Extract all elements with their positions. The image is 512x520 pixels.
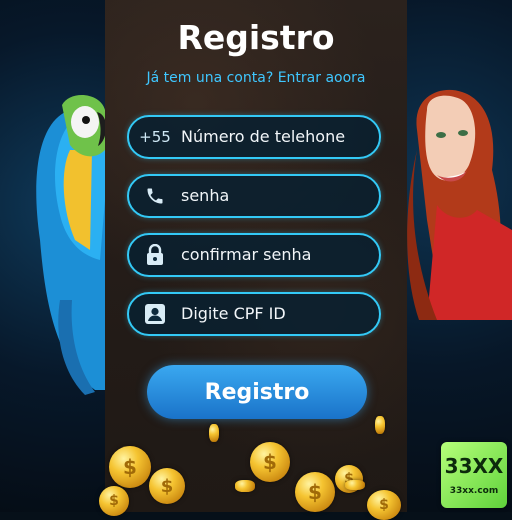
password-field[interactable]: senha bbox=[127, 174, 381, 218]
parrot-illustration bbox=[36, 94, 107, 395]
left-artwork bbox=[0, 0, 107, 512]
country-code-prefix: +55 bbox=[139, 117, 171, 157]
brand-name: 33XX bbox=[444, 454, 504, 478]
phone-number-field[interactable]: +55 Número de telehone bbox=[127, 115, 381, 159]
coin-icon: $ bbox=[250, 442, 290, 482]
woman-illustration bbox=[407, 89, 512, 320]
confirm-password-placeholder: confirmar senha bbox=[181, 245, 312, 264]
coin-icon: $ bbox=[367, 490, 401, 520]
password-placeholder: senha bbox=[181, 186, 230, 205]
confirm-password-field[interactable]: confirmar senha bbox=[127, 233, 381, 277]
login-link[interactable]: Já tem una conta? Entrar aoora bbox=[105, 70, 407, 86]
cpf-id-placeholder: Digite CPF ID bbox=[181, 304, 286, 323]
coin-icon bbox=[209, 424, 219, 442]
coin-icon: $ bbox=[149, 468, 185, 504]
coin-icon bbox=[235, 480, 255, 492]
right-artwork bbox=[407, 0, 512, 512]
phone-icon bbox=[139, 176, 171, 216]
phone-number-placeholder: Número de telehone bbox=[181, 127, 346, 146]
brand-url: 33xx.com bbox=[449, 486, 499, 496]
country-code: +55 bbox=[139, 128, 171, 146]
register-button[interactable]: Registro bbox=[147, 365, 367, 419]
coin-icon bbox=[375, 416, 385, 434]
registration-panel: Registro Já tem una conta? Entrar aoora … bbox=[99, 0, 407, 520]
coin-icon: $ bbox=[109, 446, 151, 488]
id-card-icon bbox=[139, 294, 171, 334]
lock-icon bbox=[139, 235, 171, 275]
coin-icon: $ bbox=[295, 472, 335, 512]
page-title: Registro bbox=[177, 18, 335, 57]
cpf-id-field[interactable]: Digite CPF ID bbox=[127, 292, 381, 336]
coin-icon bbox=[345, 480, 365, 490]
brand-badge: 33XX 33xx.com bbox=[441, 442, 507, 508]
